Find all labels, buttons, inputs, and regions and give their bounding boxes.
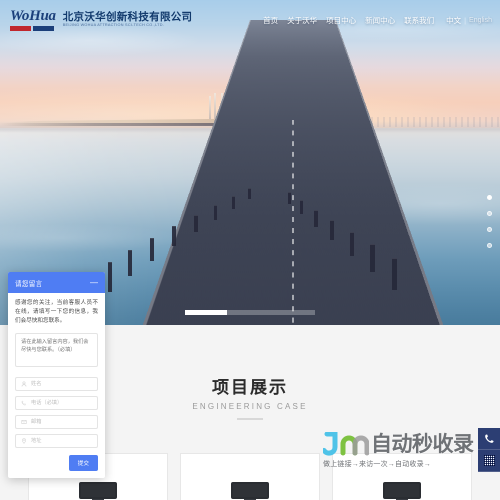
bridge-pier bbox=[150, 238, 154, 261]
bridge-pier bbox=[172, 226, 176, 246]
bridge-pier bbox=[350, 232, 354, 256]
bridge-pier bbox=[314, 210, 318, 227]
lang-separator: | bbox=[464, 15, 467, 25]
minimize-icon[interactable]: — bbox=[90, 278, 98, 287]
main-navigation: 首页 关于沃华 项目中心 新闻中心 联系我们 中文 | English bbox=[263, 15, 492, 26]
bridge-pier bbox=[248, 188, 251, 199]
hero-pagination-dots[interactable] bbox=[487, 195, 492, 248]
float-phone-button[interactable] bbox=[478, 428, 500, 450]
company-name-en: BEIJING WOHUA ATTRACTION SCI-TECH CO.,LT… bbox=[62, 23, 165, 28]
float-qrcode-button[interactable] bbox=[478, 450, 500, 472]
project-thumbnail bbox=[77, 482, 119, 500]
bridge-pier bbox=[108, 262, 112, 292]
site-header: WoHua 北京沃华创新科技有限公司 BEIJING WOHUA ATTRACT… bbox=[0, 0, 500, 40]
nav-item-news[interactable]: 新闻中心 bbox=[365, 15, 395, 26]
project-thumbnail bbox=[381, 482, 423, 500]
company-name-cn: 北京沃华创新科技有限公司 bbox=[62, 10, 193, 23]
bridge-pier bbox=[330, 220, 334, 240]
phone-field-placeholder: 电话（必填） bbox=[31, 400, 63, 407]
side-float-bar bbox=[478, 428, 500, 472]
monitor-icon bbox=[383, 482, 421, 499]
message-intro-text: 感谢您的关注，当前客服人员不在线，请填写一下您的信息，我们会尽快和您联系。 bbox=[15, 300, 98, 325]
message-widget-footer: 提交 bbox=[15, 454, 98, 471]
message-widget[interactable]: 请您留言 — 感谢您的关注，当前客服人员不在线，请填写一下您的信息，我们会尽快和… bbox=[8, 272, 105, 478]
logo-wordmark: WoHua bbox=[10, 9, 56, 24]
mail-icon bbox=[21, 419, 27, 425]
section-divider bbox=[237, 417, 263, 420]
bridge-pier bbox=[232, 196, 235, 209]
address-field-placeholder: 地址 bbox=[31, 438, 42, 445]
name-field[interactable]: 姓名 bbox=[15, 376, 98, 391]
bridge-pier bbox=[392, 258, 397, 290]
email-field-placeholder: 邮箱 bbox=[31, 419, 42, 426]
brand-logo[interactable]: WoHua 北京沃华创新科技有限公司 BEIJING WOHUA ATTRACT… bbox=[10, 9, 192, 31]
logo-word-hua: Hua bbox=[29, 8, 56, 24]
hero-progress-fill bbox=[185, 310, 227, 315]
project-card[interactable] bbox=[180, 453, 320, 500]
language-switcher: 中文 | English bbox=[446, 15, 492, 26]
project-thumbnail bbox=[229, 482, 271, 500]
nav-item-contact[interactable]: 联系我们 bbox=[404, 15, 434, 26]
phone-icon bbox=[21, 400, 27, 406]
hero-progress-bar[interactable] bbox=[185, 310, 315, 315]
logo-bars bbox=[10, 26, 56, 31]
nav-item-projects[interactable]: 项目中心 bbox=[326, 15, 356, 26]
qr-code-icon bbox=[483, 455, 495, 466]
logo-mark: WoHua bbox=[10, 9, 56, 31]
monitor-icon bbox=[231, 482, 269, 499]
nav-item-about[interactable]: 关于沃华 bbox=[287, 15, 317, 26]
hero-dot-2[interactable] bbox=[487, 211, 492, 216]
user-icon bbox=[21, 381, 27, 387]
bridge-pier bbox=[300, 200, 303, 214]
submit-button[interactable]: 提交 bbox=[68, 454, 98, 471]
lang-chinese[interactable]: 中文 bbox=[446, 15, 461, 26]
message-widget-title: 请您留言 bbox=[15, 280, 43, 288]
bridge-pier bbox=[288, 192, 291, 204]
message-widget-body: 感谢您的关注，当前客服人员不在线，请填写一下您的信息，我们会尽快和您联系。 姓名… bbox=[8, 293, 105, 478]
project-card[interactable] bbox=[332, 453, 472, 500]
lang-english[interactable]: English bbox=[469, 17, 492, 24]
bridge-pier bbox=[214, 205, 217, 220]
address-field[interactable]: 地址 bbox=[15, 433, 98, 448]
message-widget-header: 请您留言 — bbox=[8, 272, 105, 293]
nav-item-home[interactable]: 首页 bbox=[263, 15, 278, 26]
monitor-icon bbox=[79, 482, 117, 499]
hero-dot-3[interactable] bbox=[487, 227, 492, 232]
location-icon bbox=[21, 437, 27, 444]
name-field-placeholder: 姓名 bbox=[31, 381, 42, 388]
phone-icon bbox=[484, 434, 494, 443]
message-textarea[interactable] bbox=[15, 332, 98, 367]
bridge-pier bbox=[370, 244, 375, 272]
bridge-pier bbox=[128, 250, 132, 276]
logo-word-wo: Wo bbox=[10, 8, 30, 24]
hero-dot-4[interactable] bbox=[487, 243, 492, 248]
email-field[interactable]: 邮箱 bbox=[15, 414, 98, 429]
phone-field[interactable]: 电话（必填） bbox=[15, 395, 98, 410]
bridge-pier bbox=[194, 215, 198, 232]
hero-dot-1[interactable] bbox=[487, 195, 492, 200]
brand-text: 北京沃华创新科技有限公司 BEIJING WOHUA ATTRACTION SC… bbox=[62, 10, 193, 28]
